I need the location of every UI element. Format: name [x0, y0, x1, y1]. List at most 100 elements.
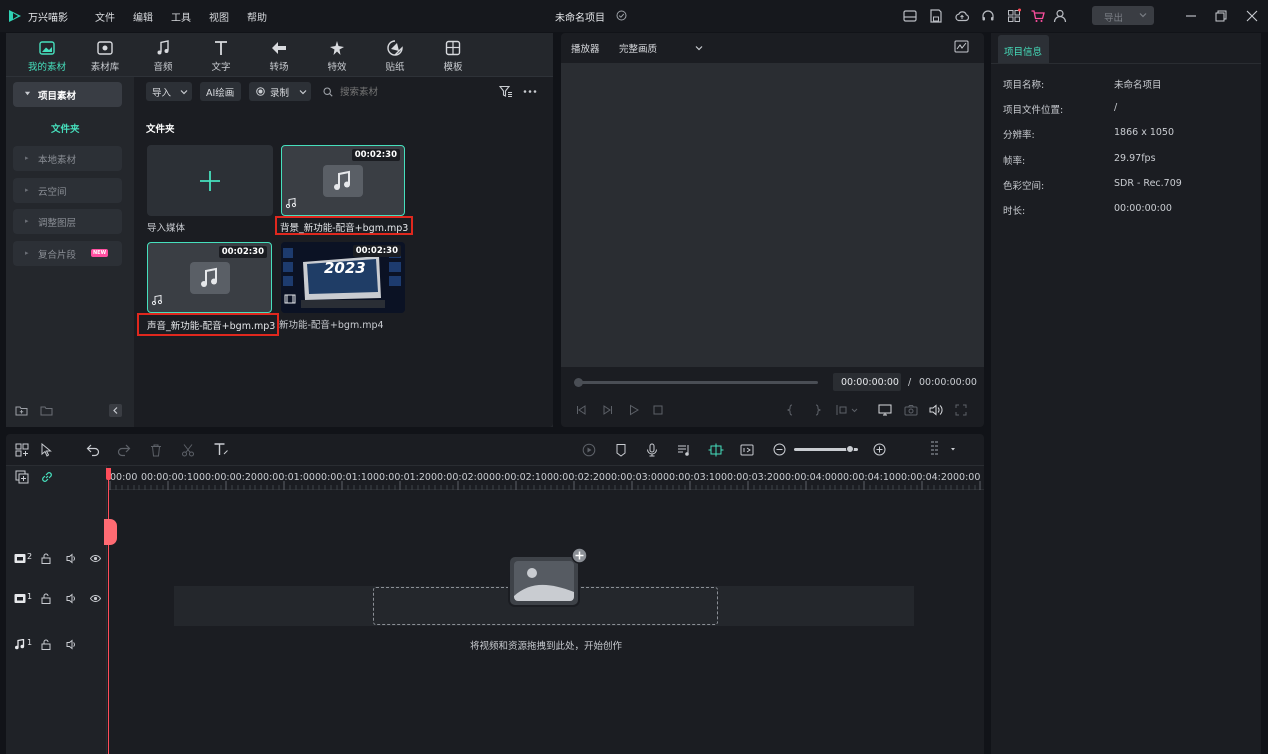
media-item-video[interactable]: 2023 00:02:30 — [281, 242, 405, 313]
apps-grid-icon[interactable] — [1006, 8, 1022, 24]
display-monitor-icon[interactable] — [878, 403, 892, 417]
cloud-upload-icon[interactable] — [954, 8, 970, 24]
prev-frame-icon[interactable] — [575, 404, 587, 416]
volume-icon[interactable] — [929, 404, 943, 416]
scene-detect-icon[interactable] — [15, 443, 29, 457]
record-dropdown[interactable]: 录制 — [249, 82, 311, 101]
close-icon[interactable] — [1246, 10, 1258, 22]
import-dropdown[interactable]: 导入 — [146, 82, 192, 101]
tab-label: 特效 — [327, 62, 347, 73]
project-media-button[interactable]: 项目素材 — [13, 82, 122, 107]
microphone-icon[interactable] — [645, 443, 659, 457]
playhead-handle[interactable] — [106, 468, 111, 480]
lock-icon[interactable] — [41, 553, 51, 564]
ruler-label: 00:00:02:20 — [547, 472, 605, 483]
scopes-icon[interactable] — [954, 40, 969, 53]
save-icon[interactable] — [928, 8, 944, 24]
export-button[interactable]: 导出 — [1092, 6, 1154, 25]
filter-icon[interactable] — [499, 85, 513, 98]
preview-viewport[interactable] — [561, 63, 984, 367]
menu-edit[interactable]: 编辑 — [133, 9, 153, 24]
mute-icon[interactable] — [66, 553, 77, 564]
user-account-icon[interactable] — [1052, 8, 1068, 24]
sidebar-item-local-media[interactable]: ▸ 本地素材 — [13, 146, 122, 171]
mark-in-icon[interactable] — [786, 404, 796, 416]
mute-icon[interactable] — [66, 639, 77, 650]
new-folder-icon[interactable] — [15, 404, 28, 417]
search-input[interactable] — [340, 84, 480, 100]
ruler-label: 00:00:02:00 — [431, 472, 489, 483]
collapse-sidebar-button[interactable] — [109, 404, 122, 417]
add-track-icon[interactable] — [15, 470, 29, 484]
snapshot-camera-icon[interactable] — [904, 404, 918, 416]
quality-dropdown[interactable]: 完整画质 — [615, 38, 707, 56]
zoom-in-icon[interactable] — [873, 443, 886, 456]
menu-view[interactable]: 视图 — [209, 9, 229, 24]
lock-icon[interactable] — [41, 639, 51, 650]
auto-ripple-icon[interactable] — [740, 443, 754, 457]
delete-folder-icon[interactable] — [40, 404, 53, 417]
tab-text[interactable]: 文字 — [192, 33, 250, 77]
media-item-label: 背景_新功能-配音+bgm.mp3 — [280, 223, 409, 234]
track-header-column — [6, 466, 107, 754]
tab-transition[interactable]: 转场 — [250, 33, 308, 77]
layout-icon[interactable] — [902, 8, 918, 24]
zoom-out-icon[interactable] — [773, 443, 786, 456]
marker-icon[interactable] — [614, 443, 628, 457]
shopping-cart-icon[interactable] — [1030, 8, 1046, 24]
menu-help[interactable]: 帮助 — [247, 9, 267, 24]
restore-icon[interactable] — [1215, 10, 1227, 22]
render-preview-icon[interactable] — [582, 443, 596, 457]
text-tool-icon[interactable] — [213, 442, 229, 457]
ai-paint-button[interactable]: AI绘画 — [200, 82, 241, 101]
tab-my-media[interactable]: 我的素材 — [18, 33, 76, 77]
progress-track[interactable] — [578, 381, 818, 384]
tab-audio[interactable]: 音频 — [134, 33, 192, 77]
delete-icon[interactable] — [149, 443, 163, 457]
sidebar-item-cloud[interactable]: ▸ 云空间 — [13, 178, 122, 203]
eye-icon[interactable] — [90, 594, 101, 603]
undo-icon[interactable] — [86, 443, 100, 457]
info-value: / — [1114, 102, 1118, 113]
lock-icon[interactable] — [41, 593, 51, 604]
link-icon[interactable] — [40, 470, 54, 484]
mark-out-icon[interactable] — [812, 404, 822, 416]
media-item-audio[interactable]: 00:02:30 — [147, 242, 272, 313]
chevron-down-icon — [299, 88, 307, 96]
sidebar-item-compound-clip[interactable]: ▸ 复合片段 NEW — [13, 241, 122, 266]
mute-icon[interactable] — [66, 593, 77, 604]
eye-icon[interactable] — [90, 554, 101, 563]
minimize-icon[interactable] — [1185, 10, 1197, 22]
fullscreen-icon[interactable] — [955, 404, 967, 416]
sidebar-item-adjustment-layer[interactable]: ▸ 调整图层 — [13, 209, 122, 234]
tab-sticker[interactable]: 贴纸 — [366, 33, 424, 77]
select-tool-icon[interactable] — [40, 443, 54, 457]
playhead-bubble[interactable] — [104, 519, 117, 545]
play-icon[interactable] — [628, 404, 640, 416]
media-item-audio[interactable]: 00:02:30 — [281, 145, 405, 216]
tab-project-info[interactable]: 项目信息 — [998, 35, 1049, 63]
support-headset-icon[interactable] — [980, 8, 996, 24]
redo-icon[interactable] — [117, 443, 131, 457]
snap-magnet-icon[interactable] — [708, 443, 724, 457]
ruler-label: 00:00 — [110, 472, 138, 483]
progress-handle[interactable] — [574, 378, 583, 387]
menu-file[interactable]: 文件 — [95, 9, 115, 24]
audio-mixer-icon[interactable] — [677, 443, 691, 457]
tab-template[interactable]: 模板 — [424, 33, 482, 77]
folder-item[interactable]: 文件夹 — [51, 121, 80, 135]
next-frame-icon[interactable] — [602, 404, 614, 416]
zoom-slider-handle[interactable] — [846, 445, 854, 453]
cut-icon[interactable] — [181, 443, 195, 457]
current-time[interactable]: 00:00:00:00 — [833, 373, 901, 391]
tab-effects[interactable]: 特效 — [308, 33, 366, 77]
playhead-line[interactable] — [108, 468, 109, 754]
insert-clip-icon[interactable] — [836, 404, 858, 416]
import-media-tile[interactable] — [147, 145, 273, 216]
template-icon — [444, 39, 462, 57]
tab-stock-media[interactable]: 素材库 — [76, 33, 134, 77]
menu-tools[interactable]: 工具 — [171, 9, 191, 24]
stop-icon[interactable] — [652, 404, 664, 416]
more-options-icon[interactable] — [523, 89, 537, 94]
track-layout-icon[interactable] — [929, 440, 955, 458]
